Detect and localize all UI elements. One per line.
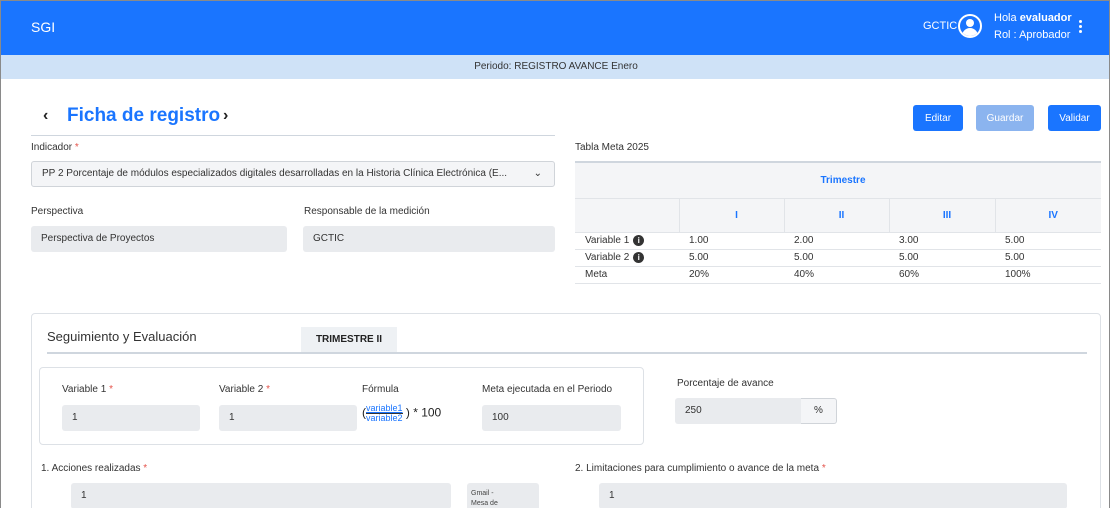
validate-button[interactable]: Validar [1048, 105, 1101, 131]
var2-label: Variable 2 * [219, 384, 270, 395]
user-greeting: Hola evaluador [994, 12, 1072, 24]
row-label: Meta [575, 266, 679, 284]
org-label: GCTIC [923, 20, 958, 32]
formula-label: Fórmula [362, 384, 399, 395]
executed-label: Meta ejecutada en el Periodo [482, 384, 613, 395]
period-banner: Periodo: REGISTRO AVANCE Enero [1, 55, 1109, 79]
tab-trimestre-ii[interactable]: TRIMESTRE II [301, 327, 397, 353]
chevron-down-icon: ⌄ [533, 168, 542, 179]
var1-field[interactable]: 1 [62, 405, 200, 431]
info-icon[interactable]: i [633, 251, 645, 263]
table-cell: 5.00 [889, 249, 995, 267]
table-row: Variable 2i 5.00 5.00 5.00 5.00 [575, 249, 1101, 267]
table-cell: 20% [679, 266, 784, 284]
app-frame: SGI GCTIC Hola evaluador Rol : Aprobador… [0, 0, 1110, 508]
table-cell: 1.00 [679, 232, 784, 250]
trimestre-header: Trimestre [575, 161, 1101, 199]
responsible-field[interactable]: GCTIC [303, 226, 555, 252]
attachment-chip[interactable]: Gmail - Mesa de [467, 483, 539, 508]
table-cell: 5.00 [784, 249, 889, 267]
var2-field[interactable]: 1 [219, 405, 357, 431]
page-title: Ficha de registro [67, 105, 221, 126]
row-label: Variable 1i [575, 232, 679, 250]
table-cell: 40% [784, 266, 889, 284]
table-row: Variable 1i 1.00 2.00 3.00 5.00 [575, 232, 1101, 250]
user-avatar-icon[interactable] [958, 14, 982, 38]
edit-button[interactable]: Editar [913, 105, 963, 131]
indicator-select[interactable]: PP 2 Porcentaje de módulos especializado… [31, 161, 555, 187]
perspective-label: Perspectiva [31, 206, 84, 217]
info-icon[interactable]: i [633, 234, 645, 246]
indicator-label: Indicador * [31, 142, 79, 153]
column-header: III [888, 198, 995, 233]
column-header: IV [994, 198, 1101, 233]
meta-table-title: Tabla Meta 2025 [575, 142, 649, 153]
corner-cell [575, 198, 679, 233]
limits-label: 2. Limitaciones para cumplimiento o avan… [575, 463, 826, 474]
table-cell: 100% [995, 266, 1101, 284]
greeting-prefix: Hola [994, 12, 1017, 24]
executed-field[interactable]: 100 [482, 405, 621, 431]
table-cell: 5.00 [679, 249, 784, 267]
tab-divider [47, 352, 1087, 354]
meta-table: Trimestre I II III IV Variable 1i 1.00 2… [575, 161, 1101, 284]
var1-label: Variable 1 * [62, 384, 113, 395]
user-role: Rol : Aprobador [994, 29, 1071, 41]
table-cell: 2.00 [784, 232, 889, 250]
perspective-field[interactable]: Perspectiva de Proyectos [31, 226, 287, 252]
table-cell: 60% [889, 266, 995, 284]
title-divider [31, 135, 555, 136]
chevron-left-icon[interactable]: ‹ [43, 107, 48, 125]
user-name: evaluador [1019, 12, 1072, 24]
indicator-value: PP 2 Porcentaje de módulos especializado… [42, 168, 508, 179]
row-label: Variable 2i [575, 249, 679, 267]
save-button[interactable]: Guardar [976, 105, 1034, 131]
column-header: II [783, 198, 889, 233]
table-row: Meta 20% 40% 60% 100% [575, 266, 1101, 284]
more-menu-icon[interactable] [1079, 19, 1085, 35]
percent-suffix: % [801, 398, 837, 424]
table-cell: 5.00 [995, 232, 1101, 250]
top-bar: SGI GCTIC Hola evaluador Rol : Aprobador [1, 1, 1109, 55]
actions-field[interactable]: 1 [71, 483, 451, 508]
progress-label: Porcentaje de avance [677, 378, 774, 389]
responsible-label: Responsable de la medición [304, 206, 430, 217]
formula-expression: (variable1 variable2 ) * 100 [362, 403, 442, 423]
column-header: I [678, 198, 784, 233]
table-cell: 5.00 [995, 249, 1101, 267]
app-title[interactable]: SGI [31, 19, 55, 35]
progress-field[interactable]: 250 [675, 398, 801, 424]
actions-label: 1. Acciones realizadas * [41, 463, 148, 474]
table-cell: 3.00 [889, 232, 995, 250]
limits-field[interactable]: 1 [599, 483, 1067, 508]
chevron-right-icon[interactable]: › [223, 107, 228, 125]
section-title: Seguimiento y Evaluación [47, 329, 197, 344]
